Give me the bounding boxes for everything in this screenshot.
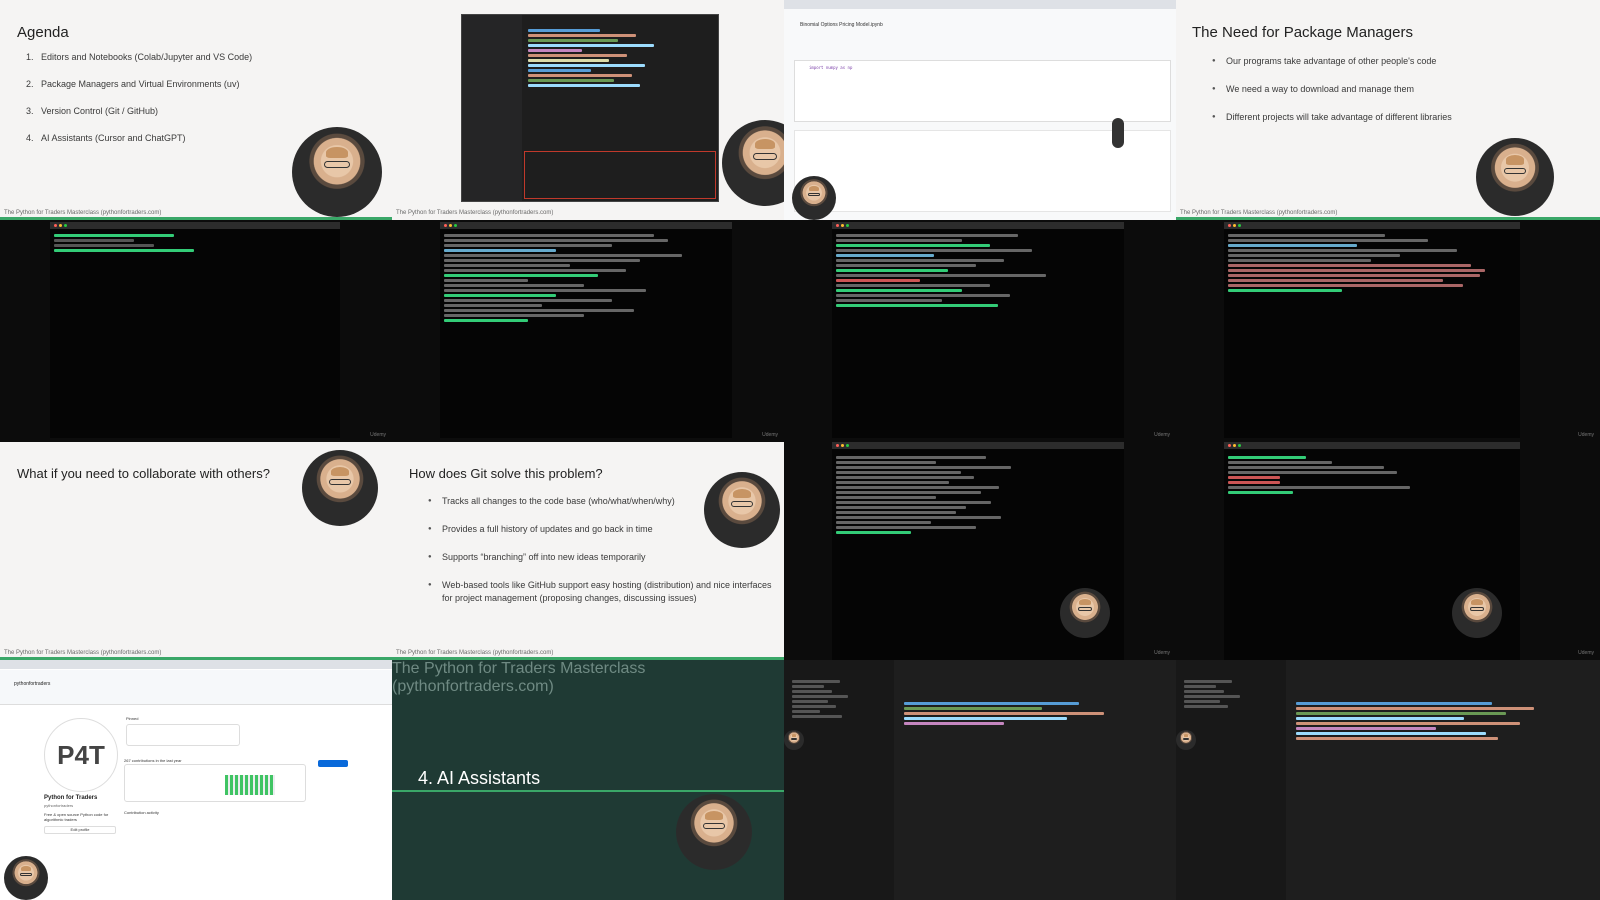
vscode-tile[interactable]: The Python for Traders Masterclass (pyth… (392, 0, 784, 220)
profile-name: Python for Traders (44, 795, 98, 801)
pinned-repo-card[interactable] (126, 724, 240, 746)
notebook-title: Binomial Options Pricing Model.ipynb (800, 22, 883, 28)
terminal-panel (524, 151, 716, 199)
ai-assistants-slide[interactable]: 4. AI Assistants The Python for Traders … (392, 660, 784, 900)
bullet-item: We need a way to download and manage the… (1212, 83, 1452, 95)
presenter-avatar (722, 120, 784, 206)
agenda-item: Package Managers and Virtual Environment… (36, 79, 252, 89)
recording-control[interactable] (1112, 118, 1124, 148)
browser-tabbar (784, 0, 1176, 9)
slide-title: What if you need to collaborate with oth… (17, 466, 270, 481)
cursor-chat-tile[interactable] (1176, 660, 1600, 900)
video-thumbnail-grid: Agenda Editors and Notebooks (Colab/Jupy… (0, 0, 1600, 900)
editor-sidebar (784, 660, 894, 900)
bullet-list: Our programs take advantage of other peo… (1212, 55, 1452, 139)
terminal-window (1224, 222, 1520, 438)
vscode-window (461, 14, 719, 202)
git-solve-slide[interactable]: How does Git solve this problem? Tracks … (392, 442, 784, 660)
udemy-watermark: Udemy (1154, 432, 1170, 438)
profile-login: pythonfortraders (44, 803, 74, 808)
presenter-avatar (302, 450, 378, 526)
terminal-tile[interactable]: Udemy (392, 220, 784, 442)
collaborate-slide[interactable]: What if you need to collaborate with oth… (0, 442, 392, 660)
git-status-tile[interactable]: Udemy (1176, 442, 1600, 660)
year-selector[interactable] (318, 760, 348, 767)
agenda-item: AI Assistants (Cursor and ChatGPT) (36, 133, 252, 143)
presenter-avatar (4, 856, 48, 900)
terminal-tile[interactable]: Udemy (784, 220, 1176, 442)
presenter-avatar (676, 794, 752, 870)
slide-footer: The Python for Traders Masterclass (pyth… (392, 660, 646, 695)
presenter-avatar (1176, 730, 1196, 750)
slide-title: The Need for Package Managers (1192, 24, 1413, 41)
presenter-avatar (792, 176, 836, 220)
github-profile-tile[interactable]: pythonfortraders P4T Python for Traders … (0, 660, 392, 900)
terminal-tile[interactable]: Udemy (0, 220, 392, 442)
presenter-avatar (1452, 588, 1502, 638)
browser-tabbar (0, 660, 392, 669)
contribution-graph (124, 764, 306, 802)
presenter-avatar (1476, 138, 1554, 216)
slide-footer: The Python for Traders Masterclass (pyth… (396, 650, 554, 656)
bullet-item: Supports “branching” off into new ideas … (428, 551, 772, 563)
pinned-label: Pinned (126, 716, 139, 721)
udemy-watermark: Udemy (370, 432, 386, 438)
bullet-item: Web-based tools like GitHub support easy… (428, 579, 772, 603)
presenter-avatar (784, 730, 804, 750)
section-title: 4. AI Assistants (418, 768, 541, 789)
bullet-item: Different projects will take advantage o… (1212, 111, 1452, 123)
slide-title: How does Git solve this problem? (409, 466, 603, 481)
udemy-watermark: Udemy (1578, 432, 1594, 438)
terminal-window (832, 222, 1124, 438)
presenter-avatar (1060, 588, 1110, 638)
github-handle: pythonfortraders (14, 681, 51, 687)
terminal-window (440, 222, 732, 438)
slide-title: Agenda (17, 24, 69, 41)
title-underline (392, 790, 784, 792)
agenda-item: Version Control (Git / GitHub) (36, 106, 252, 116)
editor-sidebar (1176, 660, 1286, 900)
code-lines (904, 700, 1154, 727)
agenda-list: Editors and Notebooks (Colab/Jupyter and… (20, 52, 252, 160)
slide-footer: The Python for Traders Masterclass (pyth… (396, 210, 554, 216)
udemy-watermark: Udemy (1154, 650, 1170, 656)
profile-bio: Free & open source Python code for algor… (44, 812, 109, 822)
terminal-tile[interactable]: Udemy (1176, 220, 1600, 442)
slide-footer: The Python for Traders Masterclass (pyth… (4, 210, 162, 216)
presenter-avatar (292, 127, 382, 217)
slide-footer: The Python for Traders Masterclass (pyth… (4, 650, 162, 656)
presenter-avatar (704, 472, 780, 548)
agenda-slide[interactable]: Agenda Editors and Notebooks (Colab/Jupy… (0, 0, 392, 220)
bullet-item: Our programs take advantage of other peo… (1212, 55, 1452, 67)
udemy-watermark: Udemy (762, 432, 778, 438)
slide-footer: The Python for Traders Masterclass (pyth… (1180, 210, 1338, 216)
code-lines (528, 27, 708, 89)
contributions-count: 267 contributions in the last year (124, 758, 182, 763)
activity-label: Contribution activity (124, 810, 159, 815)
udemy-watermark: Udemy (1578, 650, 1594, 656)
code-text: import numpy as np (809, 65, 853, 70)
code-lines (1296, 700, 1576, 742)
code-cell: import numpy as np (794, 60, 1171, 122)
colab-tile[interactable]: Binomial Options Pricing Model.ipynb imp… (784, 0, 1176, 220)
git-help-tile[interactable]: Udemy (784, 442, 1176, 660)
edit-profile-button[interactable]: Edit profile (44, 826, 116, 834)
agenda-item: Editors and Notebooks (Colab/Jupyter and… (36, 52, 252, 62)
github-header: pythonfortraders (0, 670, 392, 705)
file-explorer (462, 15, 522, 201)
package-managers-slide[interactable]: The Need for Package Managers Our progra… (1176, 0, 1600, 220)
terminal-window (50, 222, 340, 438)
profile-avatar-logo: P4T (44, 718, 118, 792)
cursor-editor-tile[interactable] (784, 660, 1176, 900)
